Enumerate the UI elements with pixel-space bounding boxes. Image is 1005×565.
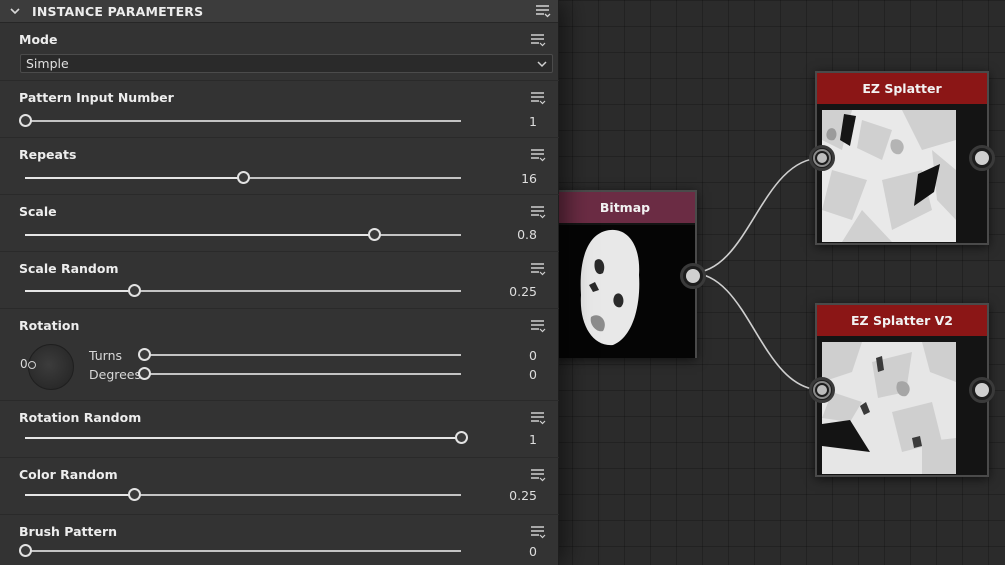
ez-splatter-output-port[interactable] (969, 145, 995, 171)
ez-splatter-v2-input-port[interactable] (809, 377, 835, 403)
rotation-label: Rotation (19, 318, 80, 333)
turns-value[interactable]: 0 (477, 348, 537, 363)
panel-header: INSTANCE PARAMETERS (0, 0, 558, 23)
chevron-down-icon (537, 61, 547, 68)
slider-handle[interactable] (138, 348, 151, 361)
scale-random-value[interactable]: 0.25 (477, 284, 537, 299)
scale-slider[interactable] (25, 228, 461, 241)
wire-bitmap-to-splatter-v2 (690, 272, 823, 391)
param-color-random: Color Random 0.25 (0, 459, 559, 515)
ez-splatter-input-port[interactable] (809, 145, 835, 171)
scale-value[interactable]: 0.8 (477, 227, 537, 242)
slider-handle[interactable] (237, 171, 250, 184)
scale-label: Scale (19, 204, 57, 219)
param-brush-pattern: Brush Pattern 0 (0, 516, 559, 565)
menu-icon[interactable] (530, 91, 546, 105)
scale-random-label: Scale Random (19, 261, 119, 276)
ez-splatter-node[interactable]: EZ Splatter (809, 71, 995, 245)
mode-label: Mode (19, 32, 58, 47)
mode-dropdown-value: Simple (26, 56, 69, 71)
turns-label: Turns (89, 348, 123, 363)
slider-handle[interactable] (128, 488, 141, 501)
pattern-input-number-value[interactable]: 1 (477, 114, 537, 129)
menu-icon[interactable] (530, 262, 546, 276)
param-repeats: Repeats 16 (0, 139, 559, 195)
menu-icon[interactable] (530, 205, 546, 219)
rotation-dial-handle[interactable] (28, 361, 36, 369)
slider-handle[interactable] (138, 367, 151, 380)
pattern-input-number-slider[interactable] (19, 114, 461, 127)
color-random-label: Color Random (19, 467, 118, 482)
bitmap-node-title: Bitmap (555, 192, 695, 223)
ez-splatter-v2-thumbnail (822, 342, 956, 474)
slider-fill (25, 494, 134, 496)
degrees-label: Degrees (89, 367, 142, 382)
menu-icon[interactable] (530, 319, 546, 333)
turns-slider[interactable] (138, 348, 461, 361)
menu-icon[interactable] (530, 468, 546, 482)
param-scale: Scale 0.8 (0, 196, 559, 252)
rotation-random-label: Rotation Random (19, 410, 142, 425)
slider-fill (25, 177, 243, 179)
wire-bitmap-to-splatter (690, 157, 823, 274)
scale-random-slider[interactable] (25, 284, 461, 297)
slider-handle[interactable] (128, 284, 141, 297)
param-rotation-random: Rotation Random 1 (0, 402, 559, 458)
rotation-random-slider[interactable] (25, 431, 468, 444)
instance-parameters-panel: INSTANCE PARAMETERS Mode Simple Pattern … (0, 0, 559, 565)
param-scale-random: Scale Random 0.25 (0, 253, 559, 309)
param-pattern-input-number: Pattern Input Number 1 (0, 82, 559, 138)
degrees-slider[interactable] (138, 367, 461, 380)
brush-pattern-value[interactable]: 0 (477, 544, 537, 559)
menu-icon[interactable] (530, 148, 546, 162)
repeats-value[interactable]: 16 (477, 171, 537, 186)
bitmap-node[interactable]: Bitmap (553, 190, 706, 358)
ez-splatter-node-title: EZ Splatter (817, 73, 987, 104)
slider-handle[interactable] (19, 544, 32, 557)
mode-dropdown[interactable]: Simple (20, 54, 553, 73)
ez-splatter-thumbnail (822, 110, 956, 242)
bitmap-output-port[interactable] (680, 263, 706, 289)
repeats-slider[interactable] (25, 171, 461, 184)
color-random-slider[interactable] (25, 488, 461, 501)
slider-handle[interactable] (367, 228, 381, 241)
degrees-value[interactable]: 0 (477, 367, 537, 382)
repeats-label: Repeats (19, 147, 77, 162)
menu-icon[interactable] (530, 33, 546, 47)
param-rotation: Rotation Turns 0 Degrees 0 (0, 310, 559, 401)
chevron-down-icon[interactable] (9, 5, 21, 17)
slider-fill (25, 290, 134, 292)
color-random-value[interactable]: 0.25 (477, 488, 537, 503)
slider-fill (25, 437, 461, 439)
slider-fill (25, 234, 374, 236)
rotation-random-value[interactable]: 1 (477, 432, 537, 447)
panel-title: INSTANCE PARAMETERS (32, 4, 204, 19)
pattern-input-number-label: Pattern Input Number (19, 90, 174, 105)
slider-handle[interactable] (19, 114, 32, 127)
rotation-dial-value: 0 (20, 357, 28, 371)
brush-pattern-label: Brush Pattern (19, 524, 118, 539)
ez-splatter-v2-node-title: EZ Splatter V2 (817, 305, 987, 336)
brush-pattern-slider[interactable] (19, 544, 461, 557)
menu-icon[interactable] (530, 411, 546, 425)
slider-handle[interactable] (455, 431, 468, 444)
ez-splatter-v2-output-port[interactable] (969, 377, 995, 403)
menu-icon[interactable] (535, 4, 551, 18)
bitmap-thumbnail (555, 225, 695, 358)
ez-splatter-v2-node[interactable]: EZ Splatter V2 (809, 303, 995, 477)
menu-icon[interactable] (530, 525, 546, 539)
